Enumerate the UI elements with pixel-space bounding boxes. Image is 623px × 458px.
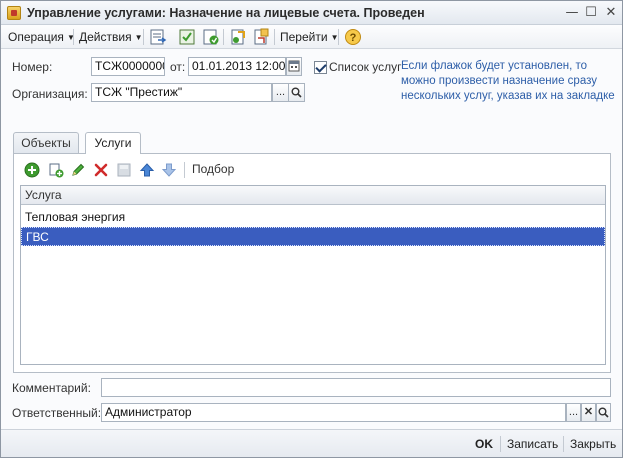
table-row-selected[interactable]: ГВС	[21, 227, 605, 246]
table-row[interactable]: Тепловая энергия	[21, 208, 605, 227]
service-list-hint: Если флажок будет установлен, то можно п…	[401, 60, 615, 102]
responsible-label: Ответственный:	[12, 406, 102, 420]
create-based-on-icon[interactable]	[229, 28, 247, 46]
help-icon[interactable]: ?	[344, 28, 362, 46]
number-field[interactable]: ТСЖ000000009	[91, 57, 165, 76]
services-table: Услуга Тепловая энергия ГВС	[20, 185, 606, 365]
dialog-button-bar: OK Записать Закрыть	[1, 429, 622, 457]
add-row-icon[interactable]	[24, 162, 40, 178]
app-icon	[7, 6, 21, 20]
organization-open-button[interactable]	[288, 83, 305, 102]
move-down-icon[interactable]	[161, 162, 177, 178]
post-icon[interactable]	[178, 28, 196, 46]
delete-row-icon[interactable]	[93, 162, 109, 178]
bottom-bar-divider	[563, 436, 564, 452]
column-header-service[interactable]: Услуга	[21, 186, 605, 205]
tab-objects[interactable]: Объекты	[13, 132, 79, 153]
save-button[interactable]: Записать	[507, 437, 558, 451]
panel-toolbar-divider	[184, 162, 185, 178]
toolbar-divider	[73, 29, 74, 45]
toolbar-divider	[223, 29, 224, 45]
toolbar-divider	[338, 29, 339, 45]
minimize-button[interactable]: —	[563, 4, 581, 21]
save-document-icon[interactable]	[202, 28, 220, 46]
ok-button[interactable]: OK	[475, 437, 493, 451]
responsible-select-button[interactable]: ...	[566, 403, 581, 422]
title-bar: Управление услугами: Назначение на лицев…	[1, 1, 622, 25]
end-edit-icon	[117, 163, 131, 177]
organization-field[interactable]: ТСЖ "Престиж"	[91, 83, 272, 102]
window-title: Управление услугами: Назначение на лицев…	[27, 6, 425, 20]
maximize-button[interactable]: ☐	[582, 4, 600, 21]
operation-menu-label: Операция	[8, 30, 64, 44]
operation-menu[interactable]: Операция ▼	[8, 28, 75, 46]
date-field[interactable]: 01.01.2013 12:00:08	[188, 57, 286, 76]
calendar-icon	[288, 60, 300, 72]
responsible-field[interactable]: Администратор	[101, 403, 566, 422]
command-toolbar: Операция ▼ Действия ▼ Перейти ▼ ?	[1, 25, 622, 49]
service-list-checkbox-label[interactable]: Список услуг	[329, 60, 402, 74]
actions-menu[interactable]: Действия ▼	[79, 28, 143, 46]
bottom-bar-divider	[500, 436, 501, 452]
edit-row-icon[interactable]	[70, 162, 86, 178]
organization-label: Организация:	[12, 87, 88, 101]
move-up-icon[interactable]	[139, 162, 155, 178]
actions-menu-label: Действия	[79, 30, 132, 44]
goto-menu[interactable]: Перейти ▼	[280, 28, 338, 46]
services-tab-panel: Подбор Услуга Тепловая энергия ГВС	[13, 153, 611, 373]
toolbar-divider	[143, 29, 144, 45]
structure-of-subordination-icon[interactable]	[252, 28, 270, 46]
responsible-open-button[interactable]	[596, 403, 611, 422]
goto-menu-label: Перейти	[280, 30, 328, 44]
calendar-button[interactable]	[286, 57, 302, 76]
search-icon	[598, 407, 609, 418]
toolbar-divider	[274, 29, 275, 45]
podbor-button[interactable]: Подбор	[192, 162, 234, 176]
search-icon	[291, 87, 302, 98]
comment-field[interactable]	[101, 378, 611, 397]
responsible-clear-button[interactable]: ✕	[581, 403, 596, 422]
svg-text:?: ?	[350, 32, 357, 44]
comment-label: Комментарий:	[12, 381, 91, 395]
chevron-down-icon: ▼	[134, 32, 143, 42]
number-label: Номер:	[12, 60, 53, 74]
post-and-close-icon[interactable]	[149, 28, 167, 46]
date-label: от:	[170, 60, 186, 74]
organization-select-button[interactable]: ...	[272, 83, 289, 102]
close-window-button[interactable]: ✕	[602, 4, 620, 21]
document-window: Управление услугами: Назначение на лицев…	[0, 0, 623, 458]
tab-services[interactable]: Услуги	[85, 132, 141, 154]
service-list-checkbox[interactable]	[314, 61, 327, 74]
close-button[interactable]: Закрыть	[570, 437, 616, 451]
copy-row-icon[interactable]	[48, 162, 64, 178]
